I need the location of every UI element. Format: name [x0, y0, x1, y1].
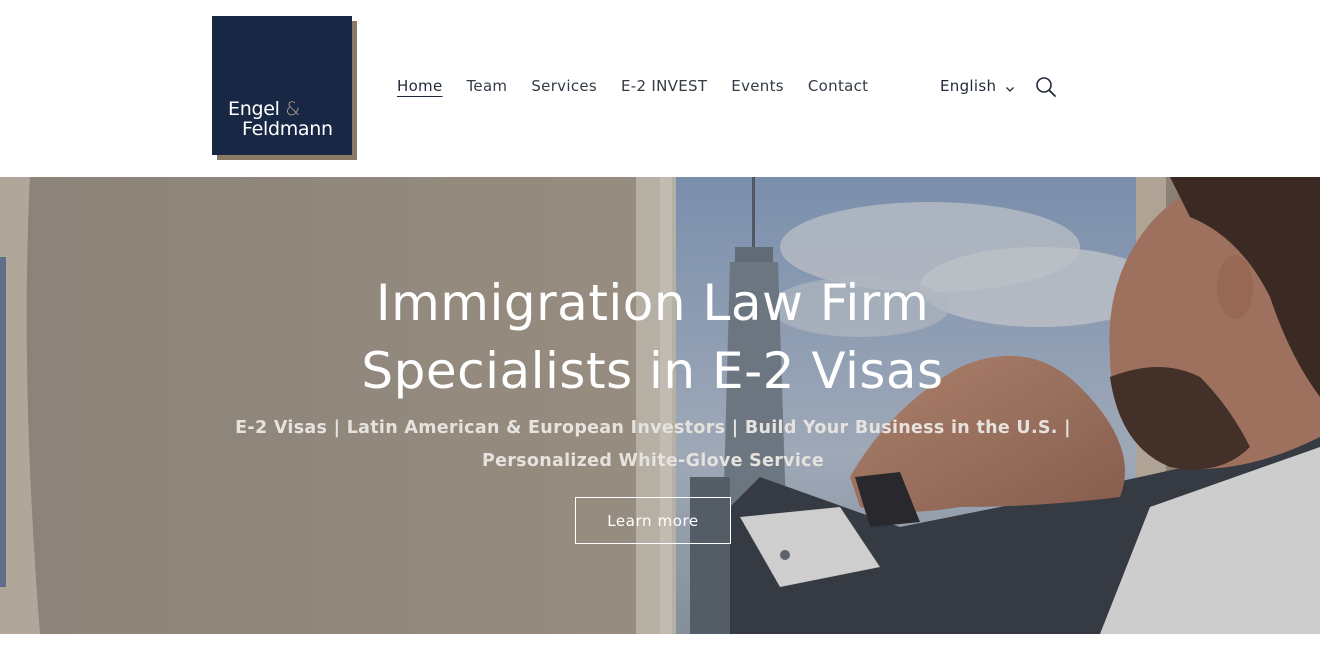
hero-subtitle-line2: Personalized White-Glove Service: [481, 451, 825, 471]
hero-title-line2: Specialists in E-2 Visas: [361, 342, 944, 400]
logo-word-engel: Engel: [228, 98, 280, 120]
hero-title: Immigration Law Firm Specialists in E-2 …: [0, 269, 1305, 405]
logo-word-feldmann: Feldmann: [242, 118, 333, 140]
language-label: English: [940, 77, 997, 95]
hero-banner: Immigration Law Firm Specialists in E-2 …: [0, 177, 1320, 634]
nav-item-contact[interactable]: Contact: [808, 76, 868, 96]
hero-title-line1: Immigration Law Firm: [375, 274, 930, 332]
logo-badge: Engel & Feldmann: [212, 16, 352, 155]
main-nav: Home Team Services E-2 INVEST Events Con…: [397, 76, 892, 96]
nav-item-services[interactable]: Services: [531, 76, 597, 96]
nav-item-events[interactable]: Events: [731, 76, 784, 96]
learn-more-button[interactable]: Learn more: [575, 497, 731, 544]
logo[interactable]: Engel & Feldmann: [212, 16, 358, 160]
page-content-start: [0, 634, 1320, 672]
hero-overlay: [0, 177, 1320, 634]
language-selector[interactable]: English: [940, 76, 1016, 96]
hero-subtitle-line1: E-2 Visas | Latin American & European In…: [235, 418, 1071, 438]
hero-subtitle: E-2 Visas | Latin American & European In…: [230, 412, 1076, 478]
logo-text-line1: Engel &: [228, 98, 300, 120]
chevron-down-icon: [1004, 80, 1016, 92]
nav-item-home[interactable]: Home: [397, 76, 443, 96]
search-icon[interactable]: [1034, 75, 1058, 99]
nav-item-e2-invest[interactable]: E-2 INVEST: [621, 76, 707, 96]
logo-ampersand: &: [285, 98, 300, 120]
nav-item-team[interactable]: Team: [467, 76, 508, 96]
site-header: Engel & Feldmann Home Team Services E-2 …: [0, 0, 1320, 177]
